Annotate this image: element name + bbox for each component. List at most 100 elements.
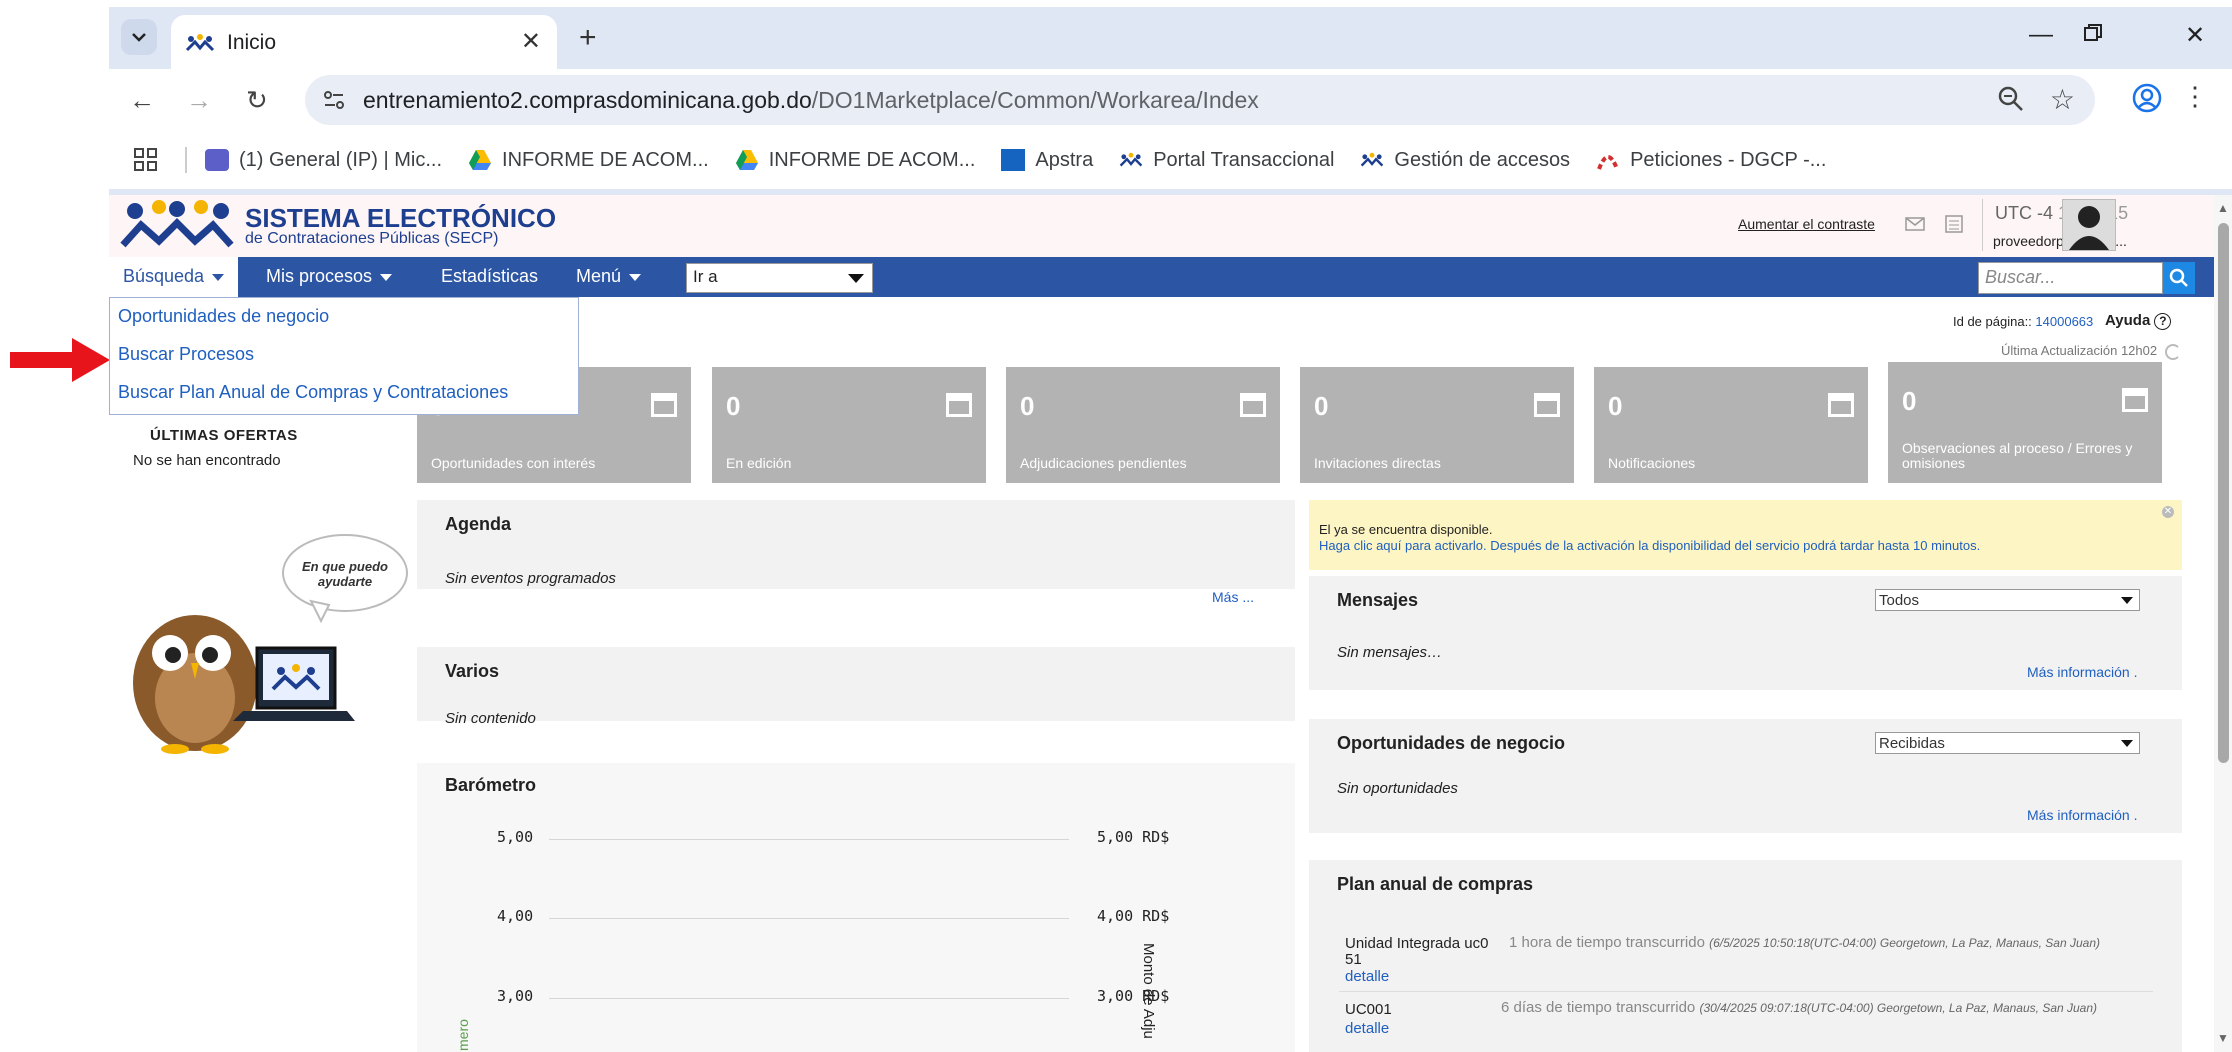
page-scrollbar[interactable]: ▲ ▼ <box>2214 195 2232 1052</box>
red-arrow-annotation <box>10 338 110 382</box>
mensajes-title: Mensajes <box>1337 590 1419 610</box>
main-navbar: Búsqueda Mis procesos Estadísticas Menú <box>109 257 2214 297</box>
mensajes-panel: Mensajes Todos Sin mensajes… Más informa… <box>1309 576 2182 690</box>
help-icon: ? <box>2154 313 2172 330</box>
tile-en-edicion[interactable]: 0 En edición <box>712 367 986 483</box>
owl-assistant-icon[interactable]: En que puedo ayudarte <box>115 523 415 763</box>
apps-grid-icon[interactable] <box>133 147 159 173</box>
right-tick-label: 3,00 RD$ <box>1097 987 1170 1005</box>
grid-line <box>549 839 1069 840</box>
mensajes-more-link[interactable]: Más información . <box>2027 664 2137 680</box>
help-link[interactable]: Ayuda ? <box>2105 312 2172 330</box>
varios-empty: Sin contenido <box>445 710 536 727</box>
tile-invitaciones[interactable]: 0 Invitaciones directas <box>1300 367 1574 483</box>
gift-icon <box>2122 388 2148 412</box>
nav-mis-procesos[interactable]: Mis procesos <box>266 266 393 287</box>
scroll-up-icon[interactable]: ▲ <box>2217 201 2229 215</box>
contrast-link[interactable]: Aumentar el contraste <box>1738 216 1875 232</box>
restore-icon[interactable] <box>2084 21 2102 49</box>
barometro-title: Barómetro <box>445 775 537 795</box>
profile-icon[interactable] <box>2132 83 2162 113</box>
gift-icon <box>651 393 677 417</box>
secp-favicon-icon <box>1361 152 1384 167</box>
page-id: Id de página:: 14000663 <box>1953 314 2094 329</box>
close-window-icon[interactable]: ✕ <box>2185 21 2205 50</box>
header-divider <box>1982 199 1983 251</box>
gift-icon <box>1240 393 1266 417</box>
system-subtitle: de Contrataciones Públicas (SECP) <box>245 230 499 247</box>
right-tick-label: 4,00 RD$ <box>1097 907 1170 925</box>
last-update: Última Actualización 12h02 <box>2001 343 2181 360</box>
chevron-down-icon <box>132 33 146 42</box>
notice-activate-link[interactable]: Haga clic aquí para activarlo. Después d… <box>1319 538 1980 553</box>
site-settings-icon[interactable] <box>319 85 349 115</box>
refresh-icon[interactable] <box>2164 343 2181 360</box>
forward-icon[interactable]: → <box>186 85 212 116</box>
plan-row-name: UC001 <box>1345 1001 1392 1018</box>
tile-observaciones[interactable]: 0 Observaciones al proceso / Errores y om… <box>1888 362 2162 483</box>
search-button[interactable] <box>2163 262 2195 294</box>
menu-kebab-icon[interactable]: ⋮ <box>2182 81 2208 112</box>
address-bar[interactable]: entrenamiento2.comprasdominicana.gob.do /… <box>305 75 2095 125</box>
bookmark-apstra[interactable]: Apstra <box>1001 149 1093 172</box>
nav-busqueda[interactable]: Búsqueda <box>109 257 239 297</box>
minimize-icon[interactable]: — <box>2029 21 2053 49</box>
mensajes-empty: Sin mensajes… <box>1337 644 1443 661</box>
tab-inicio[interactable]: Inicio ✕ <box>171 15 557 70</box>
service-notice: El ya se encuentra disponible. Haga clic… <box>1309 500 2182 570</box>
tab-title: Inicio <box>227 30 277 54</box>
bookmark-peticiones[interactable]: Peticiones - DGCP -... <box>1596 149 1826 172</box>
secp-favicon-icon <box>185 33 215 51</box>
new-tab-icon[interactable]: + <box>579 21 597 55</box>
mail-icon[interactable] <box>1905 217 1925 231</box>
busqueda-dropdown: Oportunidades de negocio Buscar Procesos… <box>109 297 579 415</box>
plan-row-detail-link[interactable]: detalle <box>1345 968 1389 985</box>
agenda-more-link[interactable]: Más ... <box>1212 589 1254 605</box>
teams-icon <box>205 149 229 171</box>
scroll-down-icon[interactable]: ▼ <box>2217 1031 2229 1045</box>
bookmark-informe-1[interactable]: INFORME DE ACOM... <box>468 149 709 172</box>
bookmark-teams[interactable]: (1) General (IP) | Mic... <box>205 149 442 172</box>
owl-bubble-line2: ayudarte <box>318 574 372 589</box>
tile-notificaciones[interactable]: 0 Notificaciones <box>1594 367 1868 483</box>
close-tab-icon[interactable]: ✕ <box>521 27 541 56</box>
oportunidades-filter-select[interactable]: Recibidas <box>1875 732 2140 754</box>
dropdown-item-buscar-procesos[interactable]: Buscar Procesos <box>118 344 254 365</box>
gift-icon <box>1828 393 1854 417</box>
nav-estadisticas[interactable]: Estadísticas <box>441 266 538 287</box>
varios-panel: Varios Sin contenido <box>417 647 1295 727</box>
plan-anual-title: Plan anual de compras <box>1337 874 1534 894</box>
google-drive-icon <box>469 150 492 170</box>
dropdown-item-buscar-plan-anual[interactable]: Buscar Plan Anual de Compras y Contratac… <box>118 382 508 403</box>
right-axis-label: Monto de Adju <box>1140 943 1157 1039</box>
scrollbar-thumb[interactable] <box>2218 223 2229 763</box>
document-icon[interactable] <box>1945 215 1963 233</box>
browser-chrome: Inicio ✕ + — ✕ ← → ↻ entrenamiento2.comp… <box>109 7 2232 195</box>
zoom-icon[interactable] <box>1997 85 2025 113</box>
oportunidades-empty: Sin oportunidades <box>1337 780 1458 797</box>
plan-row-elapsed: 6 días de tiempo transcurrido (30/4/2025… <box>1501 999 2098 1016</box>
avatar[interactable] <box>2062 199 2116 251</box>
plan-row-detail-link[interactable]: detalle <box>1345 1020 1389 1037</box>
grid-line <box>549 918 1069 919</box>
apstra-icon <box>1001 149 1026 171</box>
ir-a-select[interactable]: Ir a <box>686 263 873 293</box>
search-input[interactable]: Buscar... <box>1978 262 2163 294</box>
tile-adjudicaciones[interactable]: 0 Adjudicaciones pendientes <box>1006 367 1280 483</box>
reload-icon[interactable]: ↻ <box>246 85 268 116</box>
tab-strip: Inicio ✕ + — ✕ <box>109 7 2232 70</box>
oportunidades-more-link[interactable]: Más información . <box>2027 807 2137 823</box>
bookmark-informe-2[interactable]: INFORME DE ACOM... <box>735 149 975 172</box>
row-divider <box>1339 991 2153 992</box>
dropdown-item-oportunidades[interactable]: Oportunidades de negocio <box>118 306 329 327</box>
bookmark-portal[interactable]: Portal Transaccional <box>1119 149 1334 172</box>
close-notice-icon[interactable]: ✕ <box>2162 506 2174 518</box>
nav-menu[interactable]: Menú <box>576 266 642 287</box>
bookmark-gestion[interactable]: Gestión de accesos <box>1360 149 1570 172</box>
mensajes-filter-select[interactable]: Todos <box>1875 589 2140 611</box>
back-icon[interactable]: ← <box>129 85 155 116</box>
agenda-panel: Agenda Sin eventos programados Más ... <box>417 500 1295 605</box>
agenda-empty: Sin eventos programados <box>445 570 616 587</box>
tab-search-button[interactable] <box>121 19 157 55</box>
bookmark-star-icon[interactable]: ☆ <box>2050 83 2075 116</box>
